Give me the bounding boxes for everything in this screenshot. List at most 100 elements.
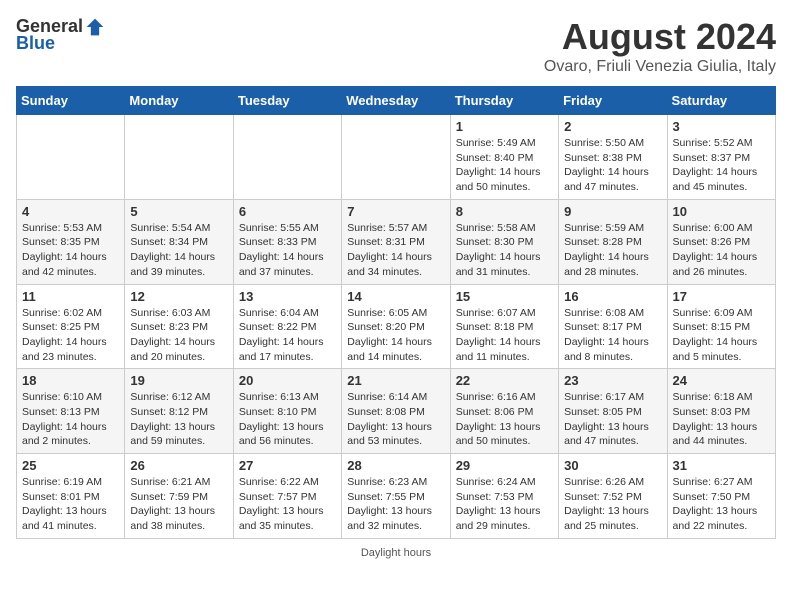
logo-icon [85, 17, 105, 37]
calendar-cell: 20 Sunrise: 6:13 AMSunset: 8:10 PMDayligh… [233, 369, 341, 454]
day-number: 25 [22, 458, 119, 473]
calendar-cell: 25 Sunrise: 6:19 AMSunset: 8:01 PMDayligh… [17, 454, 125, 539]
day-info: Sunrise: 6:22 AMSunset: 7:57 PMDaylight:… [239, 475, 336, 534]
day-number: 19 [130, 373, 227, 388]
day-number: 31 [673, 458, 770, 473]
day-number: 20 [239, 373, 336, 388]
calendar-cell: 7Sunrise: 5:57 AMSunset: 8:31 PMDaylight… [342, 199, 450, 284]
day-info: Sunrise: 6:00 AMSunset: 8:26 PMDaylight:… [673, 221, 770, 280]
day-number: 22 [456, 373, 553, 388]
day-info: Sunrise: 6:23 AMSunset: 7:55 PMDaylight:… [347, 475, 444, 534]
calendar-header-row: SundayMondayTuesdayWednesdayThursdayFrid… [17, 87, 776, 115]
day-info: Sunrise: 5:59 AMSunset: 8:28 PMDaylight:… [564, 221, 661, 280]
day-info: Sunrise: 6:26 AMSunset: 7:52 PMDaylight:… [564, 475, 661, 534]
week-row-4: 25 Sunrise: 6:19 AMSunset: 8:01 PMDayligh… [17, 454, 776, 539]
day-number: 18 [22, 373, 119, 388]
day-info: Sunrise: 6:16 AMSunset: 8:06 PMDaylight:… [456, 390, 553, 449]
calendar-cell: 28Sunrise: 6:23 AMSunset: 7:55 PMDayligh… [342, 454, 450, 539]
calendar-cell: 22 Sunrise: 6:16 AMSunset: 8:06 PMDayligh… [450, 369, 558, 454]
day-number: 2 [564, 119, 661, 134]
calendar-cell: 10 Sunrise: 6:00 AMSunset: 8:26 PMDayligh… [667, 199, 775, 284]
day-info: Sunrise: 5:53 AMSunset: 8:35 PMDaylight:… [22, 221, 119, 280]
day-number: 24 [673, 373, 770, 388]
day-info: Sunrise: 6:05 AMSunset: 8:20 PMDaylight:… [347, 306, 444, 365]
calendar-cell: 29Sunrise: 6:24 AMSunset: 7:53 PMDayligh… [450, 454, 558, 539]
day-info: Sunrise: 5:52 AMSunset: 8:37 PMDaylight:… [673, 136, 770, 195]
day-info: Sunrise: 6:04 AMSunset: 8:22 PMDaylight:… [239, 306, 336, 365]
day-info: Sunrise: 6:13 AMSunset: 8:10 PMDaylight:… [239, 390, 336, 449]
calendar-cell: 17 Sunrise: 6:09 AMSunset: 8:15 PMDayligh… [667, 284, 775, 369]
calendar-cell: 24Sunrise: 6:18 AMSunset: 8:03 PMDayligh… [667, 369, 775, 454]
day-info: Sunrise: 6:09 AMSunset: 8:15 PMDaylight:… [673, 306, 770, 365]
header-thursday: Thursday [450, 87, 558, 115]
day-number: 6 [239, 204, 336, 219]
calendar-cell: 15Sunrise: 6:07 AMSunset: 8:18 PMDayligh… [450, 284, 558, 369]
day-number: 27 [239, 458, 336, 473]
day-number: 14 [347, 289, 444, 304]
week-row-3: 18 Sunrise: 6:10 AMSunset: 8:13 PMDayligh… [17, 369, 776, 454]
calendar-cell: 3 Sunrise: 5:52 AMSunset: 8:37 PMDaylight… [667, 115, 775, 200]
logo-blue: Blue [16, 33, 55, 54]
day-number: 9 [564, 204, 661, 219]
calendar-cell [342, 115, 450, 200]
calendar-cell: 11Sunrise: 6:02 AMSunset: 8:25 PMDayligh… [17, 284, 125, 369]
calendar-cell: 14 Sunrise: 6:05 AMSunset: 8:20 PMDayligh… [342, 284, 450, 369]
calendar-cell: 19 Sunrise: 6:12 AMSunset: 8:12 PMDayligh… [125, 369, 233, 454]
calendar: SundayMondayTuesdayWednesdayThursdayFrid… [16, 86, 776, 539]
calendar-cell: 26 Sunrise: 6:21 AMSunset: 7:59 PMDayligh… [125, 454, 233, 539]
day-number: 26 [130, 458, 227, 473]
day-info: Sunrise: 6:21 AMSunset: 7:59 PMDaylight:… [130, 475, 227, 534]
calendar-cell: 5 Sunrise: 5:54 AMSunset: 8:34 PMDaylight… [125, 199, 233, 284]
day-info: Sunrise: 6:07 AMSunset: 8:18 PMDaylight:… [456, 306, 553, 365]
header-monday: Monday [125, 87, 233, 115]
day-number: 1 [456, 119, 553, 134]
title-area: August 2024 Ovaro, Friuli Venezia Giulia… [544, 16, 776, 76]
calendar-cell: 9 Sunrise: 5:59 AMSunset: 8:28 PMDaylight… [559, 199, 667, 284]
day-number: 30 [564, 458, 661, 473]
header-tuesday: Tuesday [233, 87, 341, 115]
day-info: Sunrise: 6:03 AMSunset: 8:23 PMDaylight:… [130, 306, 227, 365]
logo: General Blue [16, 16, 105, 54]
day-info: Sunrise: 6:08 AMSunset: 8:17 PMDaylight:… [564, 306, 661, 365]
day-number: 8 [456, 204, 553, 219]
footer-note: Daylight hours [16, 547, 776, 559]
subtitle: Ovaro, Friuli Venezia Giulia, Italy [544, 58, 776, 76]
day-info: Sunrise: 6:10 AMSunset: 8:13 PMDaylight:… [22, 390, 119, 449]
day-info: Sunrise: 5:57 AMSunset: 8:31 PMDaylight:… [347, 221, 444, 280]
day-number: 12 [130, 289, 227, 304]
calendar-cell: 30 Sunrise: 6:26 AMSunset: 7:52 PMDayligh… [559, 454, 667, 539]
day-number: 10 [673, 204, 770, 219]
calendar-cell: 6 Sunrise: 5:55 AMSunset: 8:33 PMDaylight… [233, 199, 341, 284]
day-info: Sunrise: 6:14 AMSunset: 8:08 PMDaylight:… [347, 390, 444, 449]
day-number: 16 [564, 289, 661, 304]
calendar-cell: 16 Sunrise: 6:08 AMSunset: 8:17 PMDayligh… [559, 284, 667, 369]
calendar-cell: 4 Sunrise: 5:53 AMSunset: 8:35 PMDaylight… [17, 199, 125, 284]
day-info: Sunrise: 6:19 AMSunset: 8:01 PMDaylight:… [22, 475, 119, 534]
day-number: 21 [347, 373, 444, 388]
main-title: August 2024 [544, 16, 776, 58]
day-info: Sunrise: 5:55 AMSunset: 8:33 PMDaylight:… [239, 221, 336, 280]
header-wednesday: Wednesday [342, 87, 450, 115]
calendar-cell: 12 Sunrise: 6:03 AMSunset: 8:23 PMDayligh… [125, 284, 233, 369]
day-number: 13 [239, 289, 336, 304]
calendar-cell [233, 115, 341, 200]
calendar-cell [17, 115, 125, 200]
week-row-0: 1 Sunrise: 5:49 AMSunset: 8:40 PMDaylight… [17, 115, 776, 200]
day-number: 5 [130, 204, 227, 219]
day-number: 4 [22, 204, 119, 219]
day-info: Sunrise: 5:49 AMSunset: 8:40 PMDaylight:… [456, 136, 553, 195]
week-row-1: 4 Sunrise: 5:53 AMSunset: 8:35 PMDaylight… [17, 199, 776, 284]
calendar-cell: 23Sunrise: 6:17 AMSunset: 8:05 PMDayligh… [559, 369, 667, 454]
day-info: Sunrise: 6:27 AMSunset: 7:50 PMDaylight:… [673, 475, 770, 534]
header-sunday: Sunday [17, 87, 125, 115]
header-saturday: Saturday [667, 87, 775, 115]
day-number: 3 [673, 119, 770, 134]
day-number: 17 [673, 289, 770, 304]
day-number: 29 [456, 458, 553, 473]
calendar-cell: 13 Sunrise: 6:04 AMSunset: 8:22 PMDayligh… [233, 284, 341, 369]
day-info: Sunrise: 6:12 AMSunset: 8:12 PMDaylight:… [130, 390, 227, 449]
day-info: Sunrise: 5:54 AMSunset: 8:34 PMDaylight:… [130, 221, 227, 280]
day-info: Sunrise: 5:50 AMSunset: 8:38 PMDaylight:… [564, 136, 661, 195]
footer-text: Daylight hours [361, 547, 431, 559]
day-number: 23 [564, 373, 661, 388]
